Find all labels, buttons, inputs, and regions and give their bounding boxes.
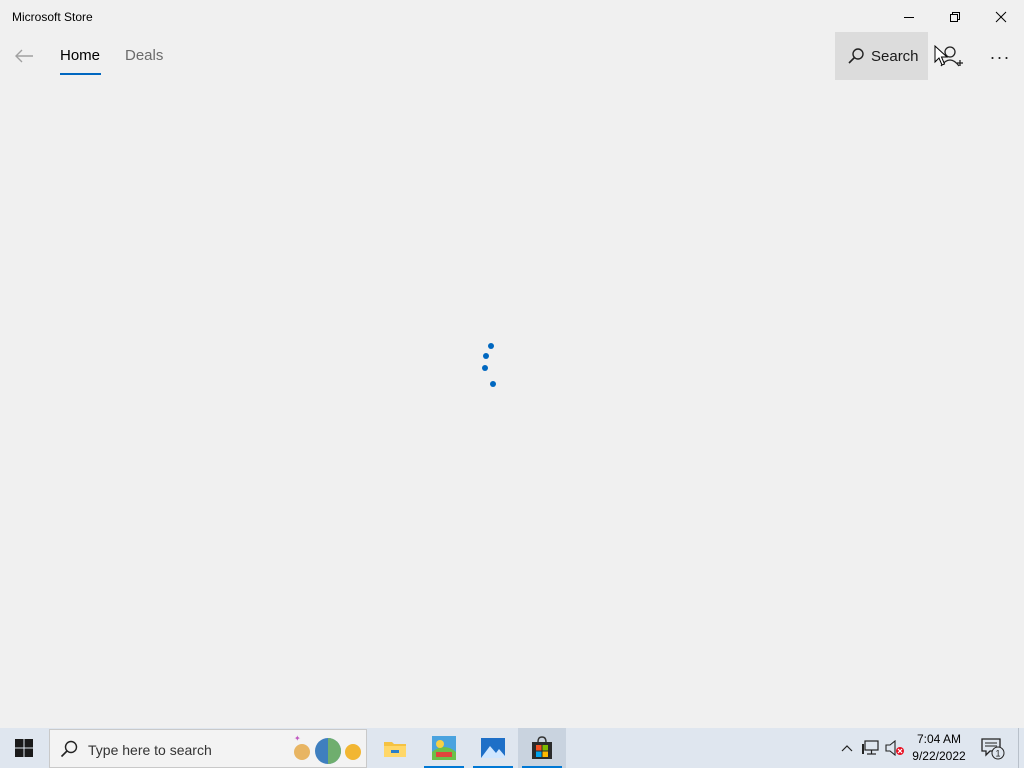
close-button[interactable] [978, 0, 1024, 34]
clock-date: 9/22/2022 [912, 749, 966, 763]
clock[interactable]: 7:04 AM 9/22/2022 [908, 731, 970, 765]
taskbar: Type here to search ✦ 7:04 AM 9/22/2022 … [0, 728, 1024, 768]
game-icon [432, 736, 456, 760]
photos-icon [481, 738, 505, 758]
volume-button[interactable] [885, 738, 905, 758]
volume-muted-icon [885, 740, 904, 756]
clock-time: 7:04 AM [916, 732, 962, 746]
search-highlight-art: ✦ [294, 734, 361, 764]
notification-icon: 1 [981, 738, 1005, 760]
mouse-cursor-icon [934, 45, 948, 66]
title-bar: Microsoft Store [0, 0, 1024, 34]
search-button[interactable]: Search [835, 32, 928, 80]
show-desktop-button[interactable] [1018, 728, 1019, 768]
more-options-button[interactable]: ··· [982, 40, 1018, 74]
nav-bar: Home Deals Search ··· [0, 32, 1024, 80]
start-button[interactable] [0, 728, 48, 768]
spinner-dot [482, 365, 488, 371]
tab-deals[interactable]: Deals [125, 47, 163, 77]
close-icon [995, 11, 1007, 23]
taskbar-game[interactable] [420, 728, 468, 768]
restore-icon [950, 12, 960, 22]
search-icon [60, 740, 78, 758]
store-bag-icon [532, 736, 552, 759]
back-arrow-icon [15, 49, 33, 63]
restore-button[interactable] [932, 0, 978, 34]
action-center-button[interactable]: 1 [980, 737, 1006, 761]
network-button[interactable] [861, 738, 881, 758]
windows-logo-icon [15, 739, 33, 757]
selected-tab-indicator [60, 73, 101, 75]
minimize-icon [904, 17, 914, 18]
minimize-button[interactable] [886, 0, 932, 34]
search-label: Search [871, 47, 919, 65]
back-button[interactable] [8, 40, 40, 72]
taskbar-file-explorer[interactable] [371, 728, 419, 768]
search-placeholder: Type here to search [88, 742, 212, 758]
taskbar-search-box[interactable]: Type here to search ✦ [49, 729, 367, 768]
taskbar-photos[interactable] [469, 728, 517, 768]
show-hidden-icons-button[interactable] [837, 738, 857, 758]
folder-icon [384, 742, 406, 757]
spinner-dot [488, 343, 494, 349]
taskbar-microsoft-store[interactable] [518, 728, 566, 768]
loading-spinner-icon [476, 338, 508, 392]
spinner-dot [490, 381, 496, 387]
search-icon [848, 48, 864, 64]
svg-text:✦: ✦ [294, 734, 301, 743]
chevron-up-icon [841, 745, 853, 752]
spinner-dot [483, 353, 489, 359]
notification-count: 1 [995, 749, 1000, 759]
window-title: Microsoft Store [12, 10, 93, 24]
network-icon [862, 740, 879, 755]
